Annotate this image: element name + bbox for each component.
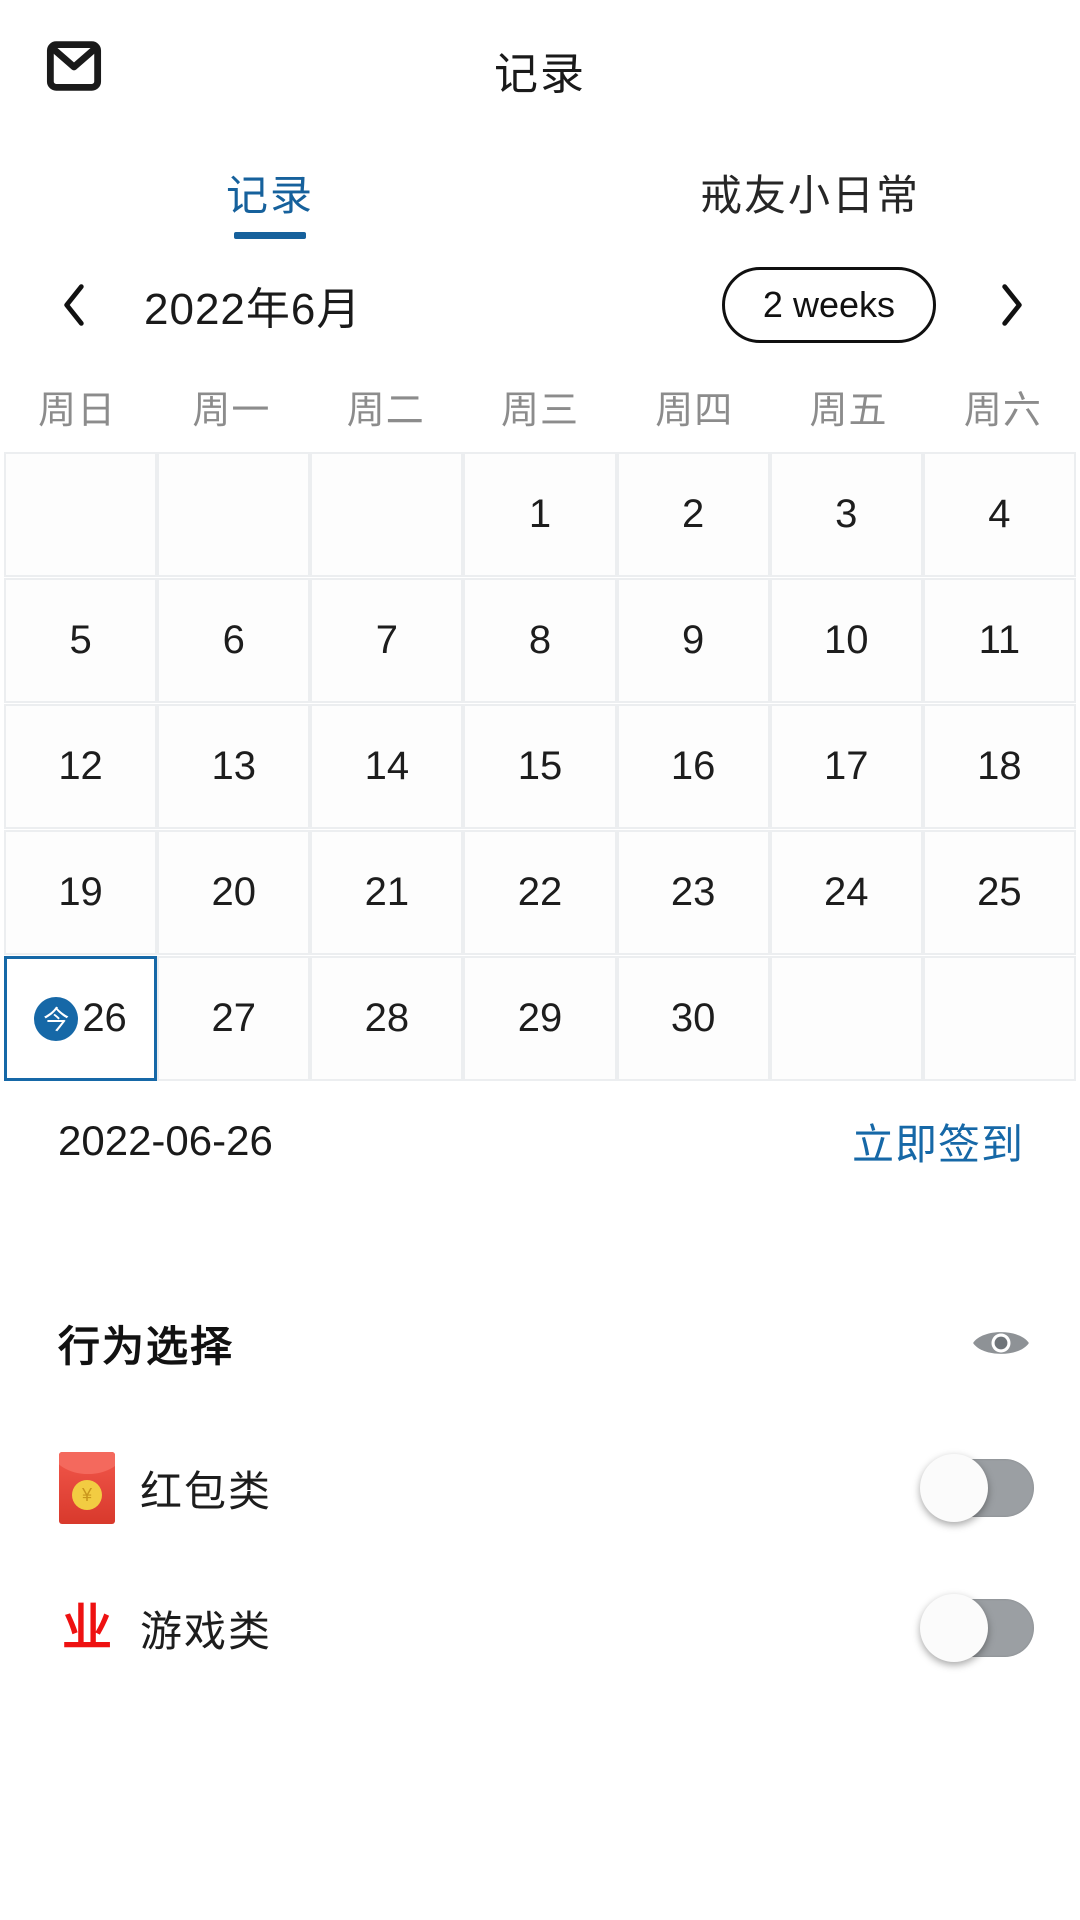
calendar-grid: 1 2 3 4 5 6 7 8 9 10 11 12 13 14 15 16 17 18 19 20 21 22 23 24 2… xyxy=(0,452,1080,1082)
tab-active-indicator xyxy=(234,232,306,239)
calendar-cell[interactable]: 9 xyxy=(616,578,770,703)
calendar-cell[interactable]: 7 xyxy=(310,578,464,703)
tab-records[interactable]: 记录 xyxy=(0,162,540,239)
behaviour-label: 红包类 xyxy=(140,1467,273,1515)
page-title: 记录 xyxy=(494,50,586,99)
calendar-cell[interactable]: 15 xyxy=(463,704,617,829)
app-screen: 记录 记录 戒友小日常 2022年6月 2 weeks 周日 周一 周二 周三 … xyxy=(0,0,1080,1920)
calendar-cell[interactable]: 22 xyxy=(463,830,617,955)
calendar-cell[interactable]: 16 xyxy=(616,704,770,829)
calendar-day-number: 26 xyxy=(82,996,127,1040)
calendar-cell[interactable]: 17 xyxy=(769,704,923,829)
calendar-cell[interactable]: 2 xyxy=(616,452,770,577)
calendar-cell-empty xyxy=(769,956,923,1081)
calendar-cell[interactable]: 30 xyxy=(616,956,770,1081)
behaviour-row[interactable]: ¥ 红包类 xyxy=(58,1418,1034,1558)
calendar-cell[interactable]: 29 xyxy=(463,956,617,1081)
calendar-cell[interactable]: 10 xyxy=(769,578,923,703)
behaviour-toggle[interactable] xyxy=(920,1594,1034,1662)
weekday-label: 周一 xyxy=(192,389,271,432)
calendar-cell[interactable]: 5 xyxy=(4,578,158,703)
selected-date-label: 2022-06-26 xyxy=(58,1117,273,1164)
today-badge: 今 xyxy=(34,996,79,1041)
calendar-cell[interactable]: 14 xyxy=(310,704,464,829)
calendar-cell[interactable]: 6 xyxy=(157,578,311,703)
selected-date-row: 2022-06-26 立即签到 xyxy=(0,1082,1080,1200)
tab-daily[interactable]: 戒友小日常 xyxy=(540,162,1080,239)
calendar-cell[interactable]: 18 xyxy=(922,704,1076,829)
calendar-cell[interactable]: 25 xyxy=(922,830,1076,955)
range-toggle-button[interactable]: 2 weeks xyxy=(721,267,936,343)
chevron-right-icon[interactable] xyxy=(972,283,1052,327)
behaviour-row[interactable]: 业 游戏类 xyxy=(58,1558,1034,1698)
checkin-button[interactable]: 立即签到 xyxy=(852,1111,1024,1172)
toggle-knob xyxy=(920,1594,988,1662)
calendar-month-label: 2022年6月 xyxy=(144,285,362,334)
toggle-knob xyxy=(920,1454,988,1522)
behaviour-list: ¥ 红包类 业 游戏类 xyxy=(0,1418,1080,1698)
top-bar: 记录 xyxy=(0,0,1080,130)
calendar-cell[interactable]: 20 xyxy=(157,830,311,955)
tab-bar: 记录 戒友小日常 xyxy=(0,130,1080,250)
weekday-label: 周三 xyxy=(500,389,579,432)
calendar-cell-today[interactable]: 今 26 xyxy=(4,956,158,1081)
calendar-cell[interactable]: 27 xyxy=(157,956,311,1081)
calendar-cell[interactable]: 3 xyxy=(769,452,923,577)
calendar-cell[interactable]: 19 xyxy=(4,830,158,955)
tab-daily-label: 戒友小日常 xyxy=(699,172,920,219)
calendar-nav: 2022年6月 2 weeks xyxy=(0,250,1080,360)
calendar-cell[interactable]: 23 xyxy=(616,830,770,955)
calendar-cell[interactable]: 21 xyxy=(310,830,464,955)
calendar-cell-empty xyxy=(310,452,464,577)
weekday-label: 周二 xyxy=(346,389,425,432)
weekday-label: 周五 xyxy=(809,389,888,432)
calendar-cell[interactable]: 4 xyxy=(922,452,1076,577)
calendar-cell-empty xyxy=(922,956,1076,1081)
calendar-cell[interactable]: 11 xyxy=(922,578,1076,703)
weekday-label: 周六 xyxy=(963,389,1042,432)
fire-icon: 业 xyxy=(62,1600,112,1656)
calendar-cell[interactable]: 12 xyxy=(4,704,158,829)
behaviour-section-title: 行为选择 xyxy=(58,1322,235,1370)
weekday-label: 周四 xyxy=(655,389,734,432)
weekday-label: 周日 xyxy=(38,389,117,432)
calendar-cell[interactable]: 28 xyxy=(310,956,464,1081)
calendar-cell[interactable]: 8 xyxy=(463,578,617,703)
behaviour-section-header: 行为选择 xyxy=(0,1268,1080,1418)
chevron-left-icon[interactable] xyxy=(34,283,114,327)
calendar-cell[interactable]: 24 xyxy=(769,830,923,955)
calendar-cell[interactable]: 13 xyxy=(157,704,311,829)
eye-icon[interactable] xyxy=(968,1321,1034,1365)
weekday-header: 周日 周一 周二 周三 周四 周五 周六 xyxy=(0,360,1080,452)
calendar-cell-empty xyxy=(4,452,158,577)
calendar-cell[interactable]: 1 xyxy=(463,452,617,577)
behaviour-toggle[interactable] xyxy=(920,1454,1034,1522)
behaviour-label: 游戏类 xyxy=(140,1607,273,1655)
tab-records-label: 记录 xyxy=(225,172,314,219)
calendar-cell-empty xyxy=(157,452,311,577)
red-packet-icon: ¥ xyxy=(58,1452,116,1524)
